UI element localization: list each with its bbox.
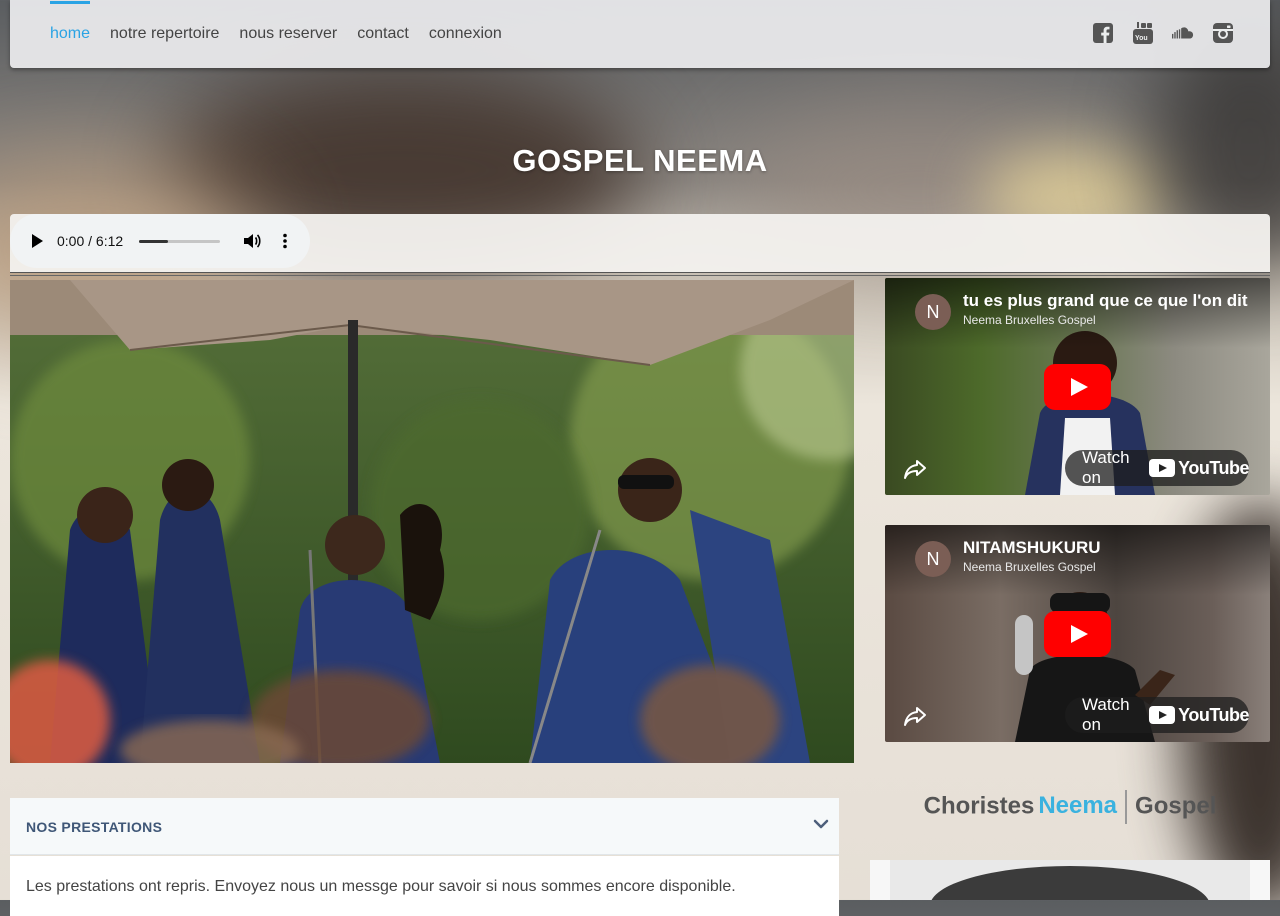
prestations-accordion-header[interactable]: NOS PRESTATIONS	[10, 798, 839, 855]
video-title[interactable]: tu es plus grand que ce que l'on dit	[963, 291, 1248, 311]
nav-reserver[interactable]: nous reserver	[239, 25, 337, 43]
nav-repertoire[interactable]: notre repertoire	[110, 25, 219, 43]
top-navbar: home notre repertoire nous reserver cont…	[10, 0, 1270, 68]
watch-on-youtube-button[interactable]: Watch on YouTube	[1065, 695, 1249, 734]
soundcloud-icon[interactable]	[1172, 22, 1194, 44]
svg-text:You: You	[1135, 35, 1148, 42]
video-channel[interactable]: Neema Bruxelles Gospel	[963, 560, 1096, 574]
audio-player: 0:00 / 6:12	[10, 214, 310, 268]
facebook-icon[interactable]	[1092, 22, 1114, 44]
nav-connexion[interactable]: connexion	[429, 25, 502, 43]
video-channel[interactable]: Neema Bruxelles Gospel	[963, 313, 1096, 327]
share-icon[interactable]	[903, 704, 927, 728]
audio-time: 0:00 / 6:12	[57, 233, 124, 249]
youtube-logo-icon: YouTube	[1149, 705, 1249, 726]
watch-on-youtube-button[interactable]: Watch on YouTube	[1065, 448, 1249, 487]
audio-seek-progress	[139, 240, 169, 243]
share-icon[interactable]	[903, 457, 927, 481]
choriste-portrait	[870, 860, 1270, 900]
youtube-brand: YouTube	[1178, 704, 1249, 725]
prestations-title: NOS PRESTATIONS	[26, 819, 163, 835]
youtube-brand: YouTube	[1178, 457, 1249, 478]
choristes-word: Choristes	[923, 792, 1035, 820]
section-divider	[10, 275, 1270, 276]
more-options-icon[interactable]	[282, 233, 288, 249]
play-button-icon[interactable]	[1044, 611, 1111, 657]
channel-avatar[interactable]: N	[915, 541, 951, 577]
instagram-icon[interactable]	[1212, 22, 1234, 44]
youtube-icon[interactable]: You	[1132, 22, 1154, 44]
prestations-accordion-body: Les prestations ont repris. Envoyez nous…	[10, 856, 839, 916]
nav-home[interactable]: home	[50, 1, 91, 43]
chevron-down-icon[interactable]	[813, 818, 829, 830]
nav-contact[interactable]: contact	[357, 25, 409, 43]
audio-seek-bar[interactable]	[139, 240, 220, 243]
neema-word: Neema	[1038, 792, 1118, 820]
social-links: You	[1092, 22, 1234, 44]
youtube-logo-icon: YouTube	[1149, 458, 1249, 479]
play-icon[interactable]	[32, 234, 43, 248]
prestations-text: Les prestations ont repris. Envoyez nous…	[26, 878, 736, 895]
audio-panel: 0:00 / 6:12	[10, 214, 1270, 273]
play-button-icon[interactable]	[1044, 364, 1111, 410]
choristes-heading: Choristes Neema Gospel	[870, 790, 1270, 840]
video-title[interactable]: NITAMSHUKURU	[963, 538, 1101, 558]
watch-label: Watch on	[1082, 695, 1130, 734]
site-title: GOSPEL NEEMA	[512, 142, 768, 178]
gospel-word: Gospel	[1135, 792, 1217, 820]
volume-icon[interactable]	[244, 233, 262, 249]
choir-singers-photo	[10, 280, 854, 763]
youtube-video-2[interactable]: N NITAMSHUKURU Neema Bruxelles Gospel Wa…	[885, 525, 1270, 742]
youtube-video-1[interactable]: N tu es plus grand que ce que l'on dit N…	[885, 278, 1270, 495]
channel-avatar[interactable]: N	[915, 294, 951, 330]
heading-separator	[1125, 790, 1128, 824]
main-nav: home notre repertoire nous reserver cont…	[50, 0, 502, 68]
watch-label: Watch on	[1082, 448, 1130, 487]
